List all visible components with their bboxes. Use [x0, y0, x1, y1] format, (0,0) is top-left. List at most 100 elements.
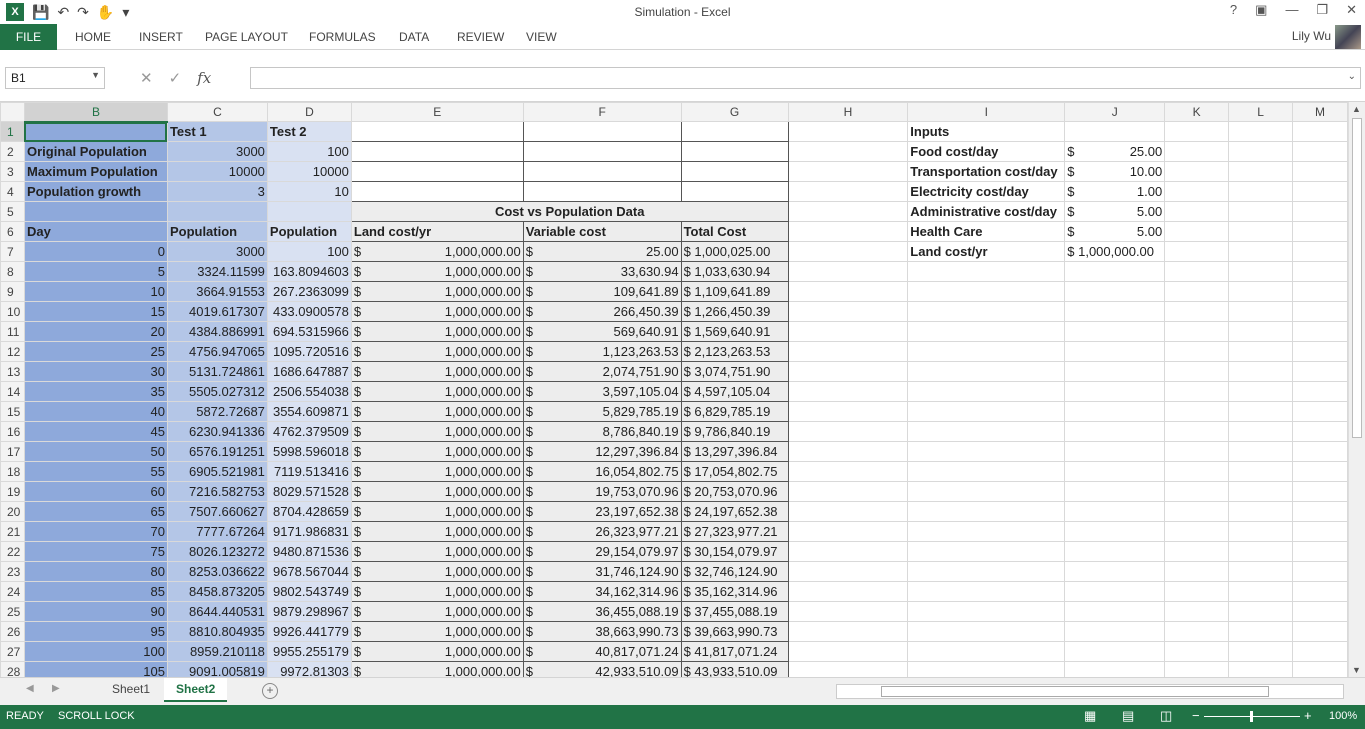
- column-header-g[interactable]: G: [680, 102, 789, 122]
- input-value-cell[interactable]: $25.00: [1064, 141, 1166, 162]
- cell-total-cost[interactable]: $ 1,109,641.89: [680, 281, 789, 302]
- row-header[interactable]: 23: [0, 561, 25, 582]
- user-name[interactable]: Lily Wu: [1292, 29, 1331, 43]
- cell-c3[interactable]: 10000: [166, 161, 268, 182]
- insert-function-icon[interactable]: fx: [197, 69, 211, 87]
- cell-h[interactable]: [787, 661, 909, 677]
- cell-j[interactable]: [1064, 521, 1166, 542]
- row-header[interactable]: 24: [0, 581, 25, 602]
- cell-population-1[interactable]: 6230.941336: [166, 421, 268, 442]
- input-value-cell[interactable]: $5.00: [1064, 201, 1166, 222]
- cell-i[interactable]: [907, 501, 1066, 522]
- cell-total-cost[interactable]: $ 3,074,751.90: [680, 361, 789, 382]
- cell-i[interactable]: [907, 381, 1066, 402]
- cell-i[interactable]: [907, 301, 1066, 322]
- cell-day[interactable]: 20: [23, 321, 168, 342]
- cell-total-cost[interactable]: $ 13,297,396.84: [680, 441, 789, 462]
- cell-variable-cost[interactable]: $31,746,124.90: [522, 561, 682, 582]
- cell-land-cost[interactable]: $1,000,000.00: [350, 601, 524, 622]
- cell-land-cost[interactable]: $1,000,000.00: [350, 501, 524, 522]
- minimize-icon[interactable]: —: [1285, 2, 1298, 18]
- cell-population-1[interactable]: 5872.72687: [166, 401, 268, 422]
- cell-d1[interactable]: Test 2: [266, 121, 352, 142]
- tab-review[interactable]: REVIEW: [457, 30, 504, 44]
- cell-k[interactable]: [1164, 281, 1230, 302]
- cell-j1[interactable]: [1064, 121, 1166, 142]
- cell-day[interactable]: 40: [23, 401, 168, 422]
- cell-k[interactable]: [1164, 381, 1230, 402]
- cell-m[interactable]: [1291, 601, 1348, 622]
- header-population-1[interactable]: Population: [166, 221, 268, 242]
- cell-population-2[interactable]: 9972.81303: [266, 661, 352, 677]
- cell-l[interactable]: [1228, 341, 1293, 362]
- cell-k[interactable]: [1164, 261, 1230, 282]
- row-header[interactable]: 10: [0, 301, 25, 322]
- cell-h[interactable]: [787, 621, 909, 642]
- cell-k[interactable]: [1164, 481, 1230, 502]
- cell-m3[interactable]: [1291, 161, 1348, 182]
- cell-e3[interactable]: [350, 161, 524, 182]
- cell-i[interactable]: [907, 341, 1066, 362]
- cell-m[interactable]: [1291, 621, 1348, 642]
- cell-population-2[interactable]: 9802.543749: [266, 581, 352, 602]
- enter-icon[interactable]: ✓: [169, 69, 182, 87]
- cell-day[interactable]: 105: [23, 661, 168, 677]
- cell-h[interactable]: [787, 501, 909, 522]
- cell-h[interactable]: [787, 361, 909, 382]
- cell-j[interactable]: [1064, 421, 1166, 442]
- cell-m[interactable]: [1291, 661, 1348, 677]
- cell-i[interactable]: [907, 661, 1066, 677]
- cell-i[interactable]: [907, 641, 1066, 662]
- cell-j[interactable]: [1064, 401, 1166, 422]
- cell-variable-cost[interactable]: $5,829,785.19: [522, 401, 682, 422]
- cell-variable-cost[interactable]: $16,054,802.75: [522, 461, 682, 482]
- input-value-cell[interactable]: $10.00: [1064, 161, 1166, 182]
- input-value[interactable]: $ 1,000,000.00: [1064, 241, 1166, 262]
- cell-k3[interactable]: [1164, 161, 1230, 182]
- input-label[interactable]: Electricity cost/day: [907, 181, 1066, 202]
- row-header[interactable]: 15: [0, 401, 25, 422]
- cell-m[interactable]: [1291, 361, 1348, 382]
- cell-day[interactable]: 30: [23, 361, 168, 382]
- row-header[interactable]: 4: [0, 181, 25, 202]
- cell-variable-cost[interactable]: $109,641.89: [522, 281, 682, 302]
- cell-g3[interactable]: [680, 161, 789, 182]
- row-header[interactable]: 3: [0, 161, 25, 182]
- cell-total-cost[interactable]: $ 30,154,079.97: [680, 541, 789, 562]
- cell-variable-cost[interactable]: $19,753,070.96: [522, 481, 682, 502]
- cell-l3[interactable]: [1228, 161, 1293, 182]
- cell-h1[interactable]: [787, 121, 909, 142]
- restore-icon[interactable]: ❐: [1316, 2, 1328, 18]
- input-value-cell[interactable]: $1.00: [1064, 181, 1166, 202]
- cell-population-2[interactable]: 2506.554038: [266, 381, 352, 402]
- cell-b4[interactable]: Population growth: [23, 181, 168, 202]
- cell-d4[interactable]: 10: [266, 181, 352, 202]
- cell-b3[interactable]: Maximum Population: [23, 161, 168, 182]
- cell-h2[interactable]: [787, 141, 909, 162]
- cell-l[interactable]: [1228, 521, 1293, 542]
- cell-c2[interactable]: 3000: [166, 141, 268, 162]
- cell-population-1[interactable]: 3000: [166, 241, 268, 262]
- cell-m[interactable]: [1291, 401, 1348, 422]
- cell-population-1[interactable]: 3664.91553: [166, 281, 268, 302]
- cell-day[interactable]: 35: [23, 381, 168, 402]
- cell-population-1[interactable]: 7216.582753: [166, 481, 268, 502]
- scroll-up-icon[interactable]: ▲: [1352, 104, 1361, 114]
- cell-variable-cost[interactable]: $40,817,071.24: [522, 641, 682, 662]
- cell-i[interactable]: [907, 461, 1066, 482]
- cell-i[interactable]: [907, 441, 1066, 462]
- cell-day[interactable]: 100: [23, 641, 168, 662]
- cell-m[interactable]: [1291, 501, 1348, 522]
- cell-land-cost[interactable]: $1,000,000.00: [350, 461, 524, 482]
- cell-day[interactable]: 25: [23, 341, 168, 362]
- cell-day[interactable]: 75: [23, 541, 168, 562]
- cell-population-2[interactable]: 9879.298967: [266, 601, 352, 622]
- cell-i[interactable]: [907, 541, 1066, 562]
- cell-h[interactable]: [787, 441, 909, 462]
- cell-m[interactable]: [1291, 261, 1348, 282]
- cell-h[interactable]: [787, 241, 909, 262]
- cell-land-cost[interactable]: $1,000,000.00: [350, 581, 524, 602]
- cell-i[interactable]: [907, 581, 1066, 602]
- cell-population-1[interactable]: 8026.123272: [166, 541, 268, 562]
- cell-l[interactable]: [1228, 301, 1293, 322]
